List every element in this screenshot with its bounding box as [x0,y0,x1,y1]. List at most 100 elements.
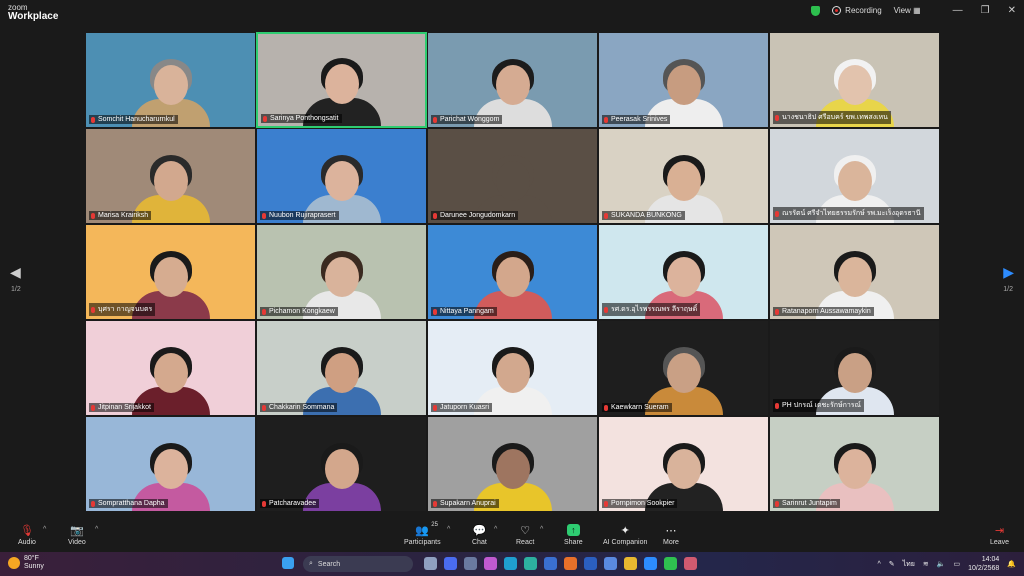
view-button[interactable]: View ▦ [894,6,921,15]
chat-app-icon[interactable] [444,557,457,570]
more-dots-icon: ⋯ [665,524,677,537]
video-button[interactable]: 📷 Video [68,523,86,547]
participant-name-label: นางชนาธิป ศรีอบคร์ ขพ.เทพสงเหน [773,111,891,124]
muted-mic-icon [604,116,608,123]
participant-video-tile[interactable]: SUKANDA BUNKONG [598,128,769,224]
more-button[interactable]: ⋯ More [663,523,679,547]
react-button[interactable]: ♡ React [516,523,534,547]
leave-button[interactable]: ⇥ Leave [990,523,1009,547]
tray-overflow-chevron-icon[interactable]: ^ [877,561,880,568]
taskbar-search-input[interactable]: ⌕ Search [303,556,413,572]
snipping-tool-icon[interactable] [684,557,697,570]
participant-video-tile[interactable]: Patcharavadee [256,416,427,512]
wifi-icon[interactable]: ≋ [923,560,929,568]
participant-video-tile[interactable]: Peerasak Srinives [598,32,769,128]
muted-mic-icon [433,212,437,219]
notepad-icon[interactable] [604,557,617,570]
participant-video-tile[interactable]: Kaewkarn Sueram [598,320,769,416]
photos-icon[interactable] [544,557,557,570]
participant-name-label: Marisa Krairiksh [89,211,152,220]
tray-app-icon[interactable]: ✎ [889,560,895,568]
audio-options-chevron-icon[interactable]: ^ [43,526,46,533]
participant-video-tile[interactable]: Somchit Hanucharurnkul [85,32,256,128]
copilot-icon[interactable] [484,557,497,570]
participant-video-tile[interactable]: Sarinya Ponthongsatit [256,32,427,128]
participant-video-tile[interactable]: PH ปกรณ์ เตชะรักษ์การณ์ [769,320,940,416]
taskbar-pinned-apps [424,557,697,570]
windows-start-icon[interactable] [282,557,294,569]
explorer-icon[interactable] [624,557,637,570]
participant-video-tile[interactable]: Pichamon Kongkaew [256,224,427,320]
edge-browser-icon[interactable] [524,557,537,570]
leave-icon: ⇥ [994,524,1005,537]
muted-mic-icon [604,306,608,313]
encryption-shield-icon[interactable] [811,5,821,16]
participant-video-tile[interactable]: Jatuporn Kuasri [427,320,598,416]
participant-name-label: บุศรา กาญจนบตร [89,303,156,316]
audio-button[interactable]: 🎙 Audio [18,523,36,547]
title-bar: zoom Workplace Recording View ▦ — ❐ ✕ [0,0,1024,24]
muted-mic-icon [262,404,266,411]
minimize-button[interactable]: — [953,5,963,16]
participant-video-tile[interactable]: Pornpimon Sookpier [598,416,769,512]
participant-name-label: Ratanaporn Aussawamaykin [773,307,874,316]
language-indicator[interactable]: ไทย [903,559,915,570]
microphone-muted-icon: 🎙 [19,524,34,537]
recording-indicator[interactable]: Recording [832,6,882,15]
task-view-icon[interactable] [424,557,437,570]
participant-video-tile[interactable]: Chakkarin Sommana [256,320,427,416]
chat-options-chevron-icon[interactable]: ^ [494,526,497,533]
firefox-icon[interactable] [564,557,577,570]
previous-page-arrow-icon[interactable]: ◀ [10,264,21,281]
line-app-icon[interactable] [664,557,677,570]
ai-companion-button[interactable]: ✦ AI Companion [603,523,647,547]
participant-name-label: Pornpimon Sookpier [602,499,678,508]
participant-video-tile[interactable]: Supakarn Anuprai [427,416,598,512]
video-options-chevron-icon[interactable]: ^ [95,526,98,533]
participant-video-tile[interactable]: Sarinrut Juntapim [769,416,940,512]
volume-icon[interactable]: 🔈 [937,560,946,568]
muted-mic-icon [91,116,95,123]
store-icon[interactable] [464,557,477,570]
participant-video-tile[interactable]: บุศรา กาญจนบตร [85,224,256,320]
muted-mic-icon [775,308,779,315]
participants-button[interactable]: 👥 25 Participants [404,522,441,546]
sun-icon [8,557,20,569]
clock[interactable]: 14:04 10/2/2568 [968,555,999,573]
participant-video-tile[interactable]: Ratanaporn Aussawamaykin [769,224,940,320]
muted-mic-icon [433,308,437,315]
share-button[interactable]: ↑ Share [564,523,583,546]
participant-name-label: Pichamon Kongkaew [260,307,338,316]
participant-video-tile[interactable]: นางชนาธิป ศรีอบคร์ ขพ.เทพสงเหน [769,32,940,128]
participant-video-tile[interactable]: Nuubon Rujiraprasert [256,128,427,224]
participant-video-tile[interactable]: Parichat Wonggom [427,32,598,128]
weather-widget[interactable]: 80°F Sunny [8,555,44,571]
participants-options-chevron-icon[interactable]: ^ [447,526,450,533]
participant-name-label: รศ.ดร.อุไรพรรณพร ลีราฤษดิ์ [602,303,701,316]
participant-video-tile[interactable]: Darunee Jongudomkarn [427,128,598,224]
gallery-view: Somchit Hanucharurnkul Sarinya Ponthongsa… [85,32,940,512]
participant-video-tile[interactable]: ณรรัตน์ ศรีจำไทยธรรมรักษ์ รพ.มะเร็งอุดรธ… [769,128,940,224]
muted-mic-icon [775,500,779,507]
participant-video-tile[interactable]: Jitpinan Srijakkot [85,320,256,416]
close-button[interactable]: ✕ [1008,5,1016,16]
participant-video-tile[interactable]: Sompratthana Dapha [85,416,256,512]
muted-mic-icon [775,402,779,409]
maximize-button[interactable]: ❐ [981,5,990,16]
react-options-chevron-icon[interactable]: ^ [540,526,543,533]
battery-icon[interactable]: ▭ [954,560,961,568]
participant-video-tile[interactable]: รศ.ดร.อุไรพรรณพร ลีราฤษดิ์ [598,224,769,320]
participant-video-tile[interactable]: Nittaya Panngam [427,224,598,320]
edge-icon[interactable] [504,557,517,570]
participant-video-tile[interactable]: Marisa Krairiksh [85,128,256,224]
muted-mic-icon [262,308,266,315]
next-page-arrow-icon[interactable]: ▶ [1003,264,1014,281]
chat-button[interactable]: 💬 Chat [472,523,487,547]
notification-bell-icon[interactable]: 🔔 [1007,560,1016,568]
muted-mic-icon [433,116,437,123]
muted-mic-icon [604,500,608,507]
page-indicator-left: 1/2 [11,286,21,293]
word-icon[interactable] [584,557,597,570]
participants-icon: 👥 25 [415,522,438,537]
zoom-app-icon[interactable] [644,557,657,570]
